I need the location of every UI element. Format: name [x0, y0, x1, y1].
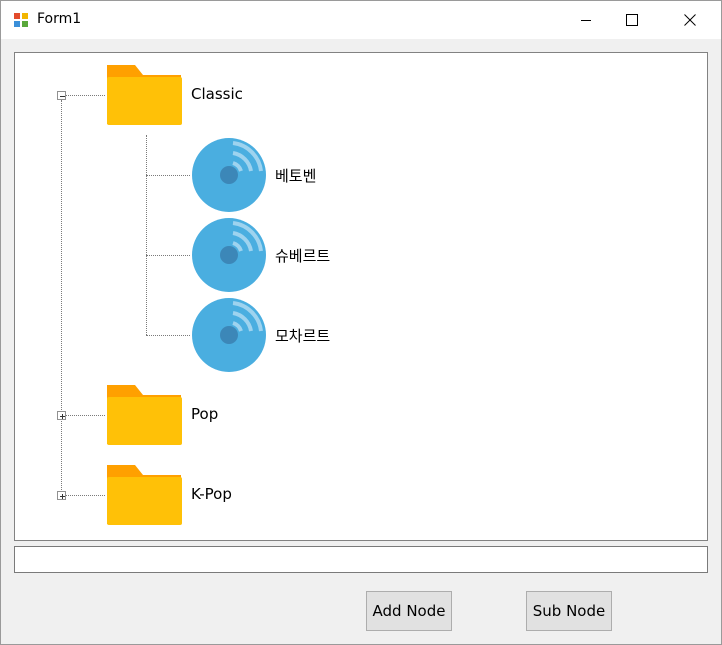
close-icon	[684, 14, 696, 26]
tree-node-label: Pop	[191, 405, 219, 423]
cd-disc-icon	[192, 298, 266, 372]
tree-node-label: K-Pop	[191, 485, 232, 503]
folder-icon	[107, 385, 182, 445]
maximize-button[interactable]	[609, 1, 655, 39]
tree-view[interactable]: Classic 베토벤 슈베르트 모차르트 Pop K-Pop	[14, 52, 708, 541]
tree-connector-child-1	[146, 175, 190, 176]
tree-connector-kpop	[61, 495, 105, 496]
window-title: Form1	[37, 11, 82, 27]
tree-node-label: Classic	[191, 85, 243, 103]
tree-node-label: 모차르트	[275, 327, 331, 345]
cd-disc-icon	[192, 138, 266, 212]
minimize-button[interactable]	[563, 1, 609, 39]
collapse-classic-button[interactable]	[57, 91, 66, 100]
app-form-icon	[13, 12, 29, 28]
node-name-input[interactable]	[14, 546, 708, 573]
app-window: Form1 Classic 베토벤 슈베르트 모차르트 Pop K-Pop Ad…	[0, 0, 722, 645]
tree-node-label: 베토벤	[275, 167, 317, 185]
title-bar[interactable]: Form1	[1, 1, 721, 39]
expand-pop-button[interactable]	[57, 411, 66, 420]
tree-connector-classic	[61, 95, 105, 96]
add-node-button[interactable]: Add Node	[366, 591, 452, 631]
sub-node-button[interactable]: Sub Node	[526, 591, 612, 631]
tree-connector-child-2	[146, 255, 190, 256]
minus-icon	[60, 96, 65, 97]
plus-icon	[60, 494, 65, 499]
maximize-icon	[626, 14, 638, 26]
close-button[interactable]	[667, 1, 713, 39]
minimize-icon	[581, 20, 591, 21]
expand-kpop-button[interactable]	[57, 491, 66, 500]
tree-connector-child-3	[146, 335, 190, 336]
folder-icon	[107, 465, 182, 525]
folder-icon	[107, 65, 182, 125]
tree-root-line	[61, 100, 62, 496]
tree-node-label: 슈베르트	[275, 247, 331, 265]
tree-connector-pop	[61, 415, 105, 416]
plus-icon	[60, 414, 65, 419]
cd-disc-icon	[192, 218, 266, 292]
tree-child-line	[146, 135, 147, 335]
